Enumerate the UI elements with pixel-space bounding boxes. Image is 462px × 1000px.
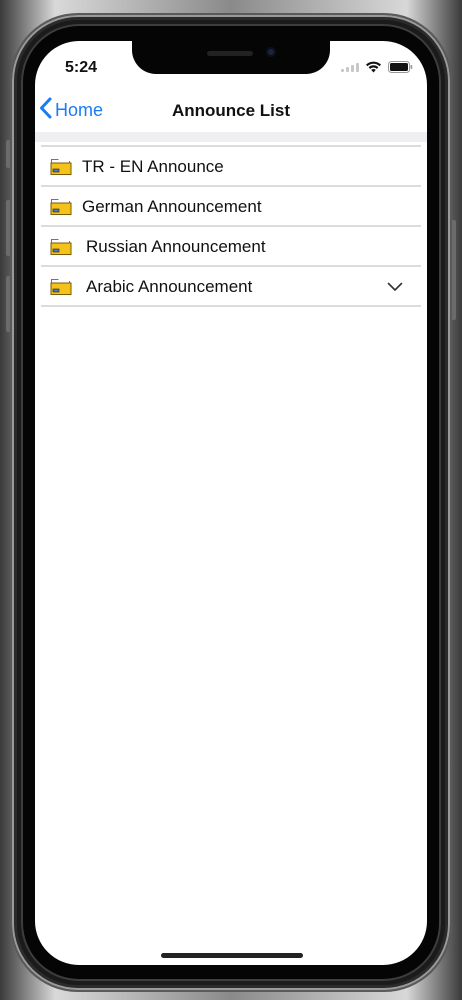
navigation-bar: Home Announce List bbox=[35, 93, 427, 131]
list-item-russian[interactable]: Russian Announcement bbox=[41, 227, 421, 267]
list-item-label: Russian Announcement bbox=[86, 237, 266, 256]
folder-icon bbox=[50, 236, 72, 261]
page-title: Announce List bbox=[171, 101, 291, 120]
list-item-arabic[interactable]: Arabic Announcement bbox=[41, 267, 421, 307]
mute-switch bbox=[6, 140, 11, 168]
list-item-label: Arabic Announcement bbox=[86, 277, 253, 296]
wifi-icon bbox=[365, 61, 382, 73]
phone-screen: 5:24 Home Announce List TR - EN Announce… bbox=[35, 41, 427, 965]
list-item-label: German Announcement bbox=[82, 197, 262, 216]
announcement-list: TR - EN Announce German Announcement Rus… bbox=[41, 145, 421, 307]
signal-icon bbox=[341, 62, 359, 72]
volume-down-button bbox=[6, 276, 11, 332]
folder-icon bbox=[50, 196, 72, 221]
folder-icon bbox=[50, 156, 72, 181]
home-indicator[interactable] bbox=[161, 953, 303, 958]
list-item-tr-en[interactable]: TR - EN Announce bbox=[41, 147, 421, 187]
list-item-german[interactable]: German Announcement bbox=[41, 187, 421, 227]
status-icons bbox=[341, 61, 413, 73]
notch bbox=[132, 41, 330, 74]
folder-icon bbox=[50, 276, 72, 301]
section-separator bbox=[35, 132, 427, 142]
front-camera bbox=[266, 47, 276, 57]
power-button bbox=[451, 220, 456, 320]
battery-icon bbox=[388, 61, 413, 73]
speaker bbox=[207, 51, 253, 56]
list-item-label: TR - EN Announce bbox=[82, 157, 224, 176]
status-time: 5:24 bbox=[65, 59, 98, 76]
chevron-down-icon[interactable] bbox=[387, 279, 403, 297]
volume-up-button bbox=[6, 200, 11, 256]
